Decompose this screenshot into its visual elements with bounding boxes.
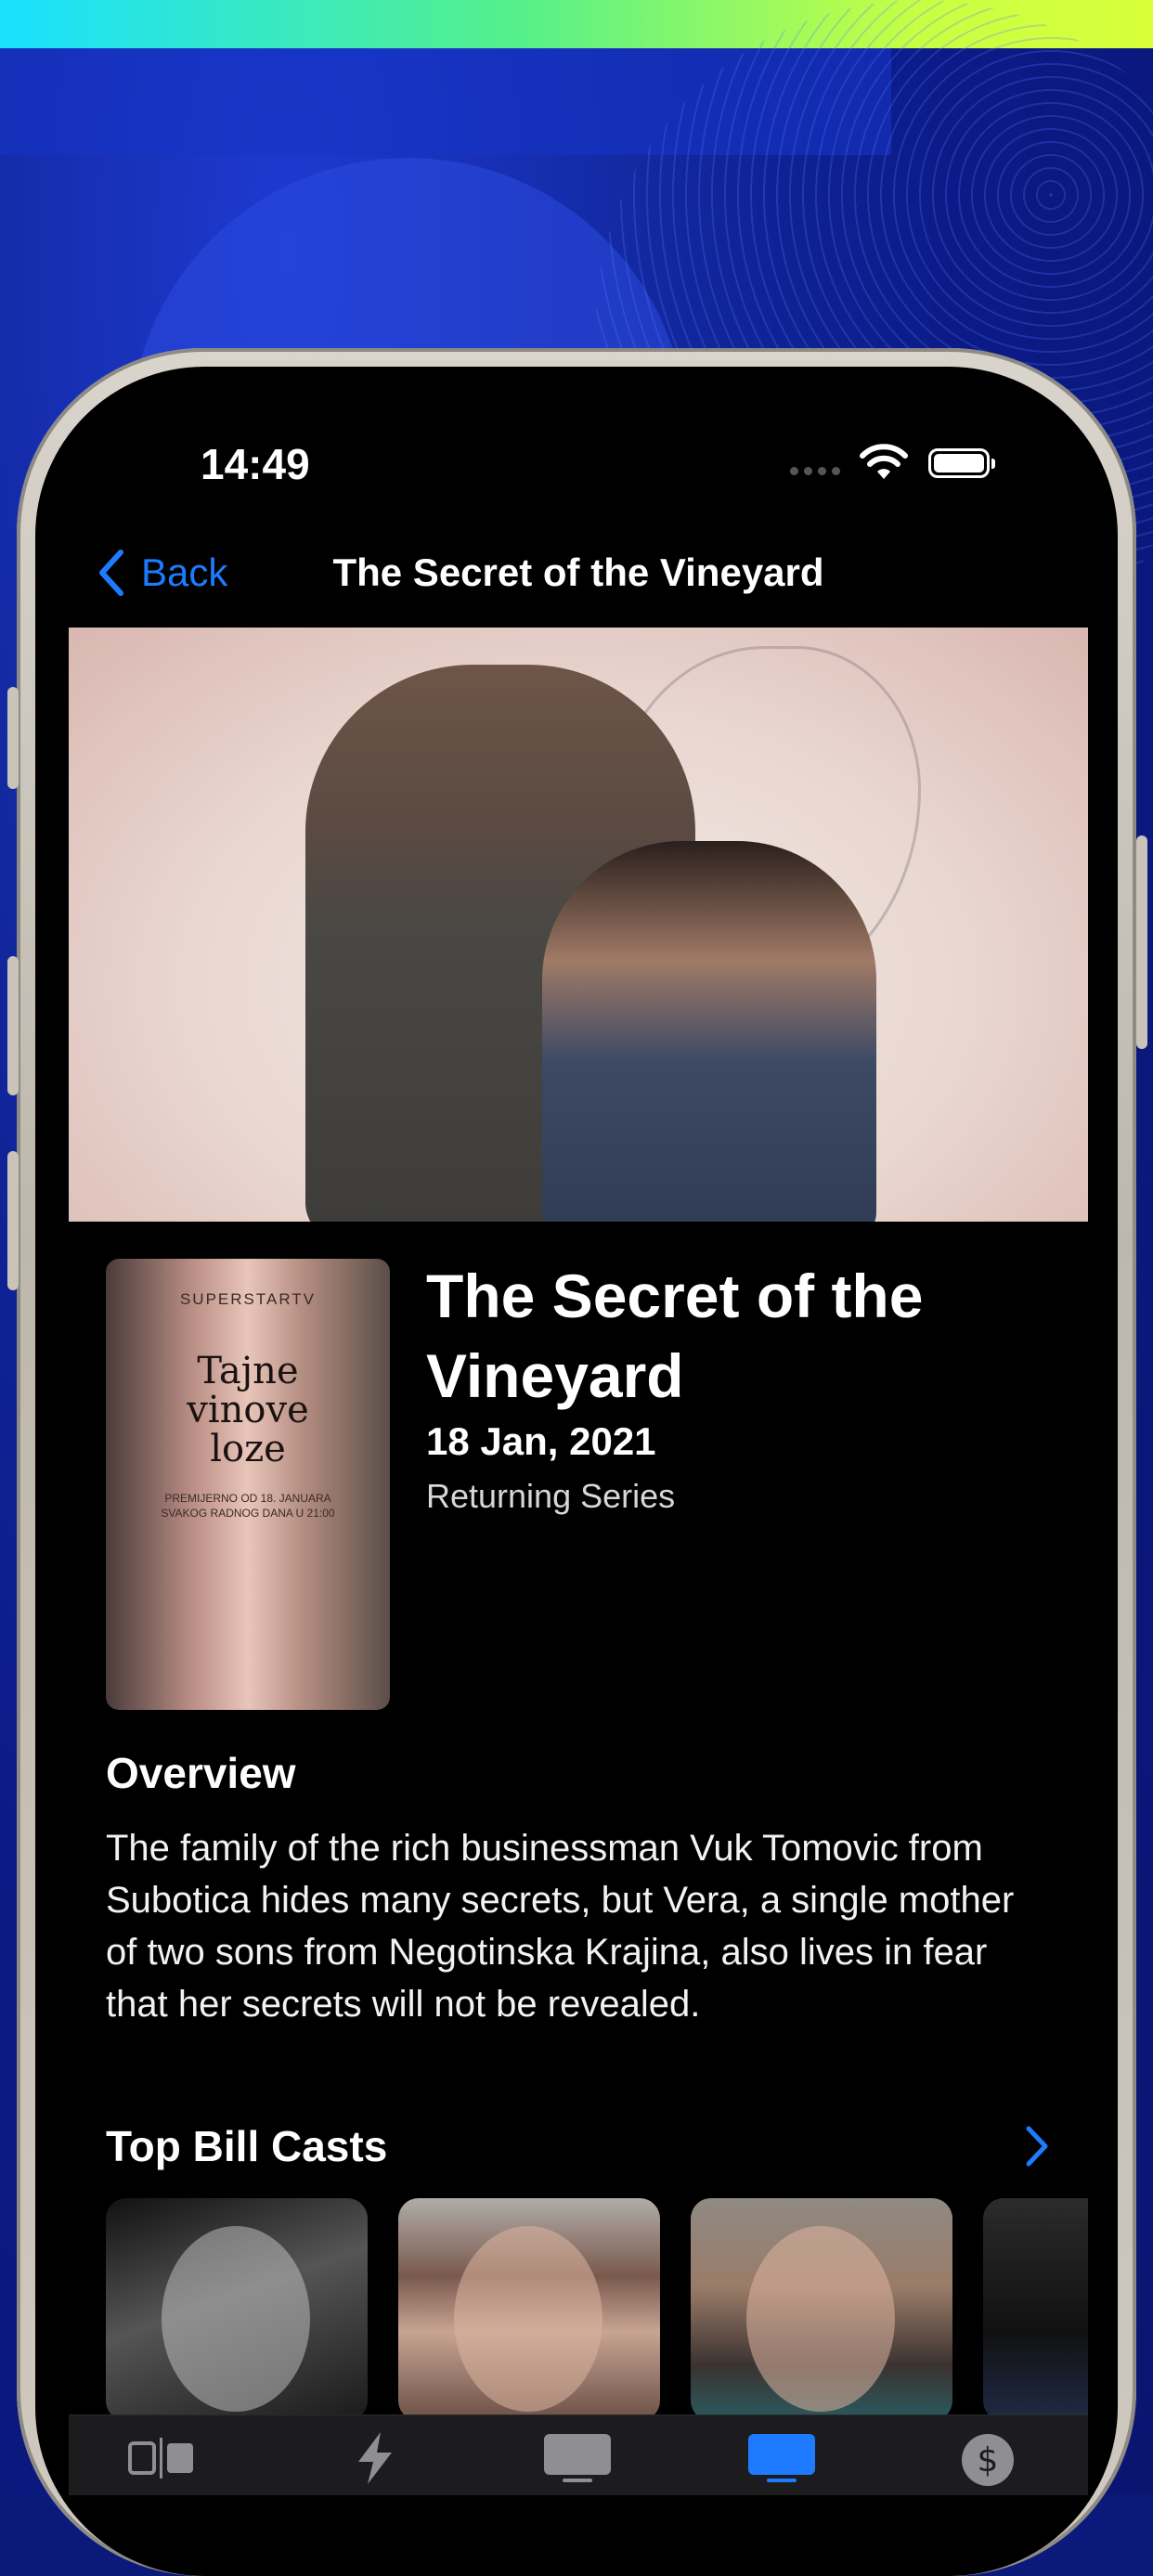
poster-title-line: vinove bbox=[187, 1389, 309, 1431]
poster-title: Tajne vinove loze bbox=[106, 1352, 390, 1469]
cast-heading: Top Bill Casts bbox=[106, 2122, 388, 2170]
cast-card[interactable] bbox=[983, 2198, 1088, 2421]
poster-title-line: Tajne bbox=[197, 1350, 299, 1392]
tab-tv[interactable] bbox=[540, 2430, 615, 2486]
wifi-icon bbox=[860, 444, 908, 479]
phone-volume-down-button bbox=[7, 1151, 19, 1290]
nav-title: The Secret of the Vineyard bbox=[332, 550, 824, 594]
cast-card[interactable] bbox=[106, 2198, 368, 2421]
split-screen-icon bbox=[128, 2438, 193, 2479]
cast-photo bbox=[454, 2226, 602, 2412]
phone-power-button bbox=[1136, 835, 1147, 1049]
show-title: The Secret of the Vineyard bbox=[426, 1262, 924, 1410]
phone-volume-up-button bbox=[7, 956, 19, 1095]
tab-purchases[interactable]: $ bbox=[951, 2430, 1025, 2486]
cast-card[interactable] bbox=[691, 2198, 952, 2421]
overview-text: The family of the rich businessman Vuk T… bbox=[106, 1828, 1015, 2025]
cast-photo bbox=[746, 2226, 895, 2412]
tab-tv-active[interactable] bbox=[745, 2430, 819, 2486]
tab-split-screen[interactable] bbox=[124, 2430, 199, 2486]
show-info: The Secret of the Vineyard 18 Jan, 2021 … bbox=[426, 1256, 1057, 1516]
dollar-icon: $ bbox=[962, 2434, 1014, 2486]
cast-card[interactable] bbox=[398, 2198, 660, 2421]
tab-bar: $ bbox=[69, 2414, 1088, 2495]
backdrop-image bbox=[69, 628, 1088, 1222]
status-bar: 14:49 bbox=[69, 393, 1088, 532]
status-time: 14:49 bbox=[201, 440, 310, 488]
battery-icon bbox=[928, 448, 995, 478]
poster-title-line: loze bbox=[210, 1428, 286, 1470]
backdrop-actor-female bbox=[542, 841, 876, 1222]
tab-trending[interactable] bbox=[338, 2430, 412, 2486]
navigation-bar: Back The Secret of the Vineyard bbox=[69, 532, 1088, 625]
cellular-signal-icon bbox=[790, 467, 840, 475]
app-screen: 14:49 Back The Secret of the Vineyard SU… bbox=[69, 393, 1088, 2495]
poster-image: SUPERSTARTV Tajne vinove loze PREMIJERNO… bbox=[106, 1259, 390, 1710]
cast-carousel[interactable] bbox=[106, 2198, 1088, 2421]
cast-photo bbox=[162, 2226, 310, 2412]
tv-icon bbox=[544, 2434, 611, 2482]
svg-text:$: $ bbox=[978, 2441, 999, 2479]
phone-side-button bbox=[7, 687, 19, 789]
series-status: Returning Series bbox=[426, 1477, 676, 1515]
overview-heading: Overview bbox=[106, 1749, 296, 1797]
air-date: 18 Jan, 2021 bbox=[426, 1419, 656, 1463]
lightning-icon bbox=[358, 2432, 392, 2484]
chevron-right-icon[interactable] bbox=[1025, 2125, 1049, 2168]
tv-filled-icon bbox=[748, 2434, 815, 2482]
poster-brand: SUPERSTARTV bbox=[179, 1290, 317, 1308]
poster-note: PREMIJERNO OD 18. JANUARA SVAKOG RADNOG … bbox=[161, 1492, 335, 1520]
